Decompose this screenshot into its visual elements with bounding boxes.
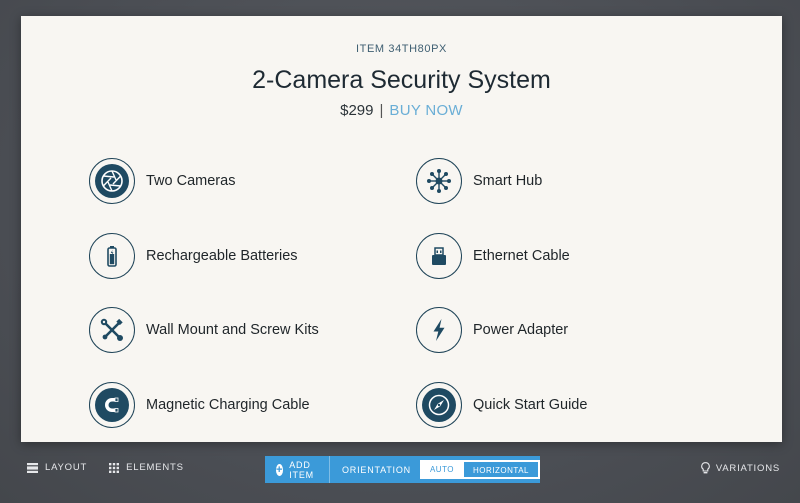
orientation-option-auto[interactable]: AUTO: [420, 461, 464, 478]
grid-icon: [109, 462, 120, 473]
plus-circle-icon: +: [276, 463, 284, 476]
feature-item: Magnetic Charging Cable: [89, 368, 416, 443]
ethernet-plug-icon: [416, 232, 462, 279]
elements-button[interactable]: ELEMENTS: [109, 462, 184, 473]
orientation-option-horizontal[interactable]: HORIZONTAL: [463, 461, 539, 478]
magnet-icon: [89, 381, 135, 428]
lightbulb-icon: [701, 462, 710, 474]
compass-icon: [416, 381, 462, 428]
feature-label: Rechargeable Batteries: [146, 247, 298, 264]
editor-canvas: ITEM 34TH80PX 2-Camera Security System $…: [0, 0, 800, 503]
elements-label: ELEMENTS: [126, 462, 184, 473]
element-toolbar: + ADD ITEM ORIENTATION AUTO HORIZONTAL: [265, 456, 540, 483]
feature-item: Quick Start Guide: [416, 368, 743, 443]
orientation-toggle: AUTO HORIZONTAL: [419, 460, 540, 479]
hub-network-icon: [416, 158, 462, 205]
orientation-label: ORIENTATION: [341, 464, 411, 475]
layout-label: LAYOUT: [45, 462, 88, 473]
feature-item: Wall Mount and Screw Kits: [89, 293, 416, 368]
item-sku: ITEM 34TH80PX: [356, 43, 447, 55]
variations-button[interactable]: VARIATIONS: [701, 462, 780, 474]
layout-icon: [27, 462, 38, 473]
bottom-left-controls: LAYOUT ELEMENTS: [27, 462, 206, 473]
feature-label: Smart Hub: [473, 173, 543, 190]
lightning-bolt-icon: [416, 307, 462, 354]
feature-item: Rechargeable Batteries: [89, 219, 416, 294]
feature-item: Power Adapter: [416, 293, 743, 368]
camera-aperture-icon: [89, 158, 135, 205]
price-row: $299 | BUY NOW: [21, 102, 782, 119]
feature-label: Ethernet Cable: [473, 247, 570, 264]
feature-item: Ethernet Cable: [416, 219, 743, 294]
tools-icon: [89, 307, 135, 354]
battery-icon: [89, 232, 135, 279]
product-title: 2-Camera Security System: [252, 66, 551, 94]
feature-item: Two Cameras: [89, 144, 416, 219]
feature-label: Magnetic Charging Cable: [146, 396, 310, 413]
add-item-label: ADD ITEM: [289, 459, 314, 480]
feature-label: Two Cameras: [146, 173, 236, 190]
feature-label: Quick Start Guide: [473, 396, 588, 413]
feature-item: Smart Hub: [416, 144, 743, 219]
product-card[interactable]: ITEM 34TH80PX 2-Camera Security System $…: [21, 16, 782, 442]
buy-now-link[interactable]: BUY NOW: [389, 102, 463, 119]
price-separator: |: [379, 102, 384, 119]
feature-label: Power Adapter: [473, 322, 569, 339]
variations-label: VARIATIONS: [715, 462, 780, 474]
add-item-button[interactable]: + ADD ITEM: [265, 456, 329, 483]
feature-label: Wall Mount and Screw Kits: [146, 322, 319, 339]
feature-grid: Two Cameras Smart Hub Rechargeable Batte…: [89, 144, 749, 428]
layout-button[interactable]: LAYOUT: [27, 462, 87, 473]
product-price: $299: [340, 102, 374, 119]
